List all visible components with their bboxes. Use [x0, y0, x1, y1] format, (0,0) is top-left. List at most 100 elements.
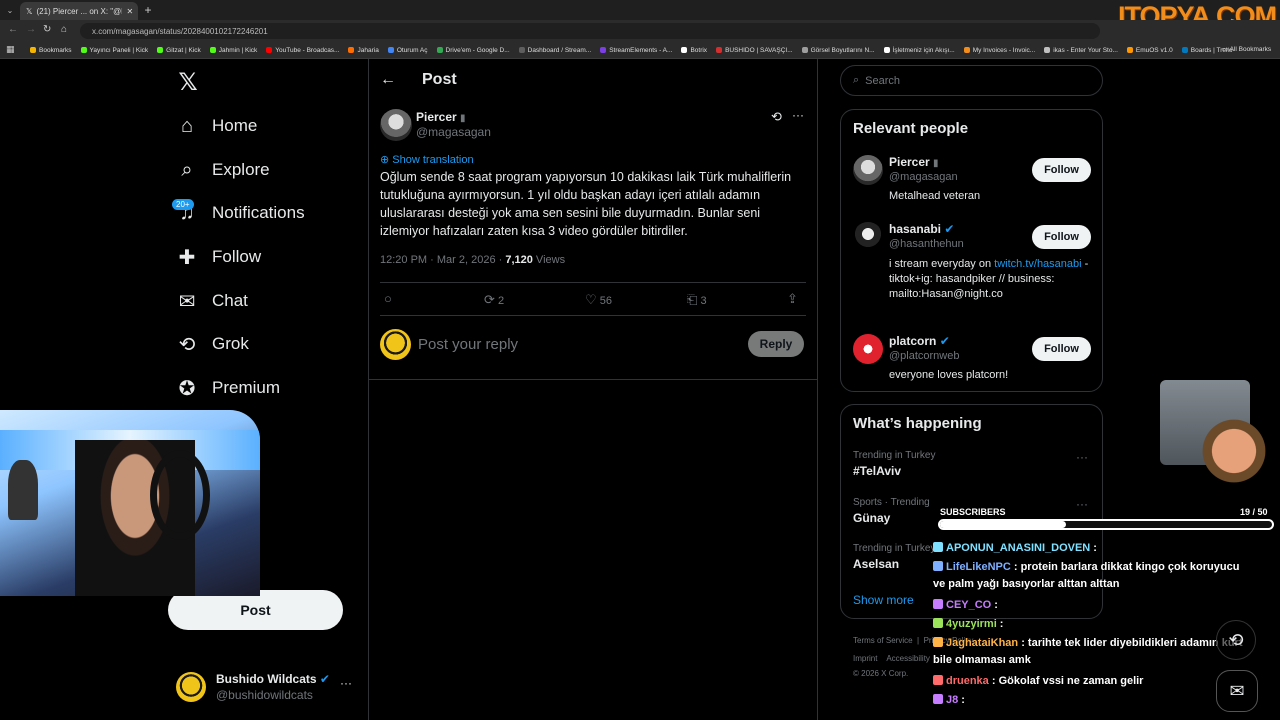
footer-link[interactable]: Imprint	[853, 654, 877, 663]
back-arrow-icon[interactable]: ←	[380, 71, 396, 89]
browser-tab[interactable]: 𝕏 (21) Piercer ... on X: "@hasanabi ... …	[20, 2, 138, 20]
nav-item-notifications[interactable]: ♫ Notifications	[176, 195, 305, 231]
copyright: © 2026 X Corp.	[853, 669, 909, 678]
chat-username[interactable]: druenka	[946, 675, 989, 687]
follow-button[interactable]: Follow	[1032, 158, 1091, 182]
bookmark-item[interactable]: BUSHIDO | SAVAŞÇI...	[716, 47, 793, 54]
all-bookmarks[interactable]: ▭ All Bookmarks	[1222, 45, 1271, 53]
forward-arrow-icon[interactable]: →	[26, 24, 36, 35]
nav-item-home[interactable]: ⌂ Home	[176, 108, 257, 144]
account-switcher[interactable]: Bushido Wildcats ✔ @bushidowildcats ···	[176, 670, 366, 704]
person-name[interactable]: platcorn ✔	[889, 334, 950, 348]
bookmark-item[interactable]: Yayıncı Paneli | Kick	[80, 46, 149, 54]
trend-name[interactable]: Günay	[853, 511, 890, 525]
bookmark-label: Yayıncı Paneli | Kick	[89, 46, 149, 54]
bookmark-label: EmuOS v1.0	[1135, 46, 1173, 54]
reply-button[interactable]: Reply	[748, 331, 804, 357]
tab-list-icon[interactable]: ⌄	[4, 4, 16, 16]
account-more-icon[interactable]: ···	[340, 676, 352, 690]
nav-item-premium[interactable]: ✪ Premium	[176, 370, 280, 406]
nav-item-chat[interactable]: ✉ Chat	[176, 283, 248, 319]
chat-username[interactable]: 4yuzyirmi	[946, 618, 997, 630]
trend-more-icon[interactable]: ···	[1076, 497, 1088, 511]
home-browser-icon[interactable]: ⌂	[61, 24, 67, 35]
bookmark-item[interactable]: My Invoices - Invoic...	[963, 47, 1035, 54]
bookmark-item[interactable]: Bookmarks	[30, 47, 72, 54]
nav-item-explore[interactable]: ⌕ Explore	[176, 152, 269, 188]
post-more-icon[interactable]: ···	[792, 108, 804, 122]
chat-badge-icon	[933, 561, 943, 571]
chat-username[interactable]: LifeLikeNPC	[946, 561, 1011, 573]
bookmark-button[interactable]: ⎗ 3	[687, 292, 707, 308]
follow-button[interactable]: Follow	[1032, 337, 1091, 361]
bookmark-label: Jahmin | Kick	[218, 46, 258, 54]
grok-icon[interactable]: ⟲	[771, 109, 782, 125]
share-icon[interactable]: ⇪	[787, 291, 798, 307]
person-avatar[interactable]	[853, 334, 883, 364]
author-name[interactable]: Piercer ▮	[416, 110, 466, 124]
messages-float-icon[interactable]: ✉	[1216, 670, 1258, 712]
trend-name[interactable]: #TelAviv	[853, 464, 901, 478]
bookmark-item[interactable]: Jahmin | Kick	[209, 46, 258, 54]
close-tab-icon[interactable]: ✕	[126, 7, 133, 16]
bookmark-item[interactable]: Görsel Boyutlarını N...	[801, 47, 875, 54]
bookmark-item[interactable]: İşletmeniz için Akışı...	[883, 46, 955, 54]
show-more-link[interactable]: Show more	[853, 593, 914, 607]
bookmark-favicon-icon	[348, 47, 355, 53]
chat-username[interactable]: APONUN_ANASINI_DOVEN	[946, 542, 1090, 554]
bookmark-item[interactable]: EmuOS v1.0	[1126, 46, 1173, 54]
x-logo-icon[interactable]: 𝕏	[176, 69, 200, 96]
bookmark-item[interactable]: Botrix	[681, 47, 707, 54]
trend-context: Trending in Turkey	[853, 543, 936, 554]
like-button[interactable]: ♡ 56	[585, 292, 612, 308]
bookmark-item[interactable]: Jaharia	[348, 47, 379, 54]
reload-icon[interactable]: ↻	[43, 24, 51, 35]
x-favicon-icon: 𝕏	[26, 6, 33, 16]
bookmark-item[interactable]: Dashboard / Stream...	[518, 47, 591, 54]
nav-item-follow[interactable]: ✚ Follow	[176, 239, 262, 275]
twitch-link[interactable]: twitch.tv/hasanabi	[994, 258, 1081, 270]
bookmark-item[interactable]: StreamElements - A...	[600, 47, 672, 54]
bookmark-favicon-icon	[600, 47, 607, 53]
chat-username[interactable]: J8	[946, 694, 958, 706]
show-translation[interactable]: ⊕ Show translation	[380, 153, 474, 166]
new-tab-button[interactable]: +	[142, 3, 154, 17]
person-handle[interactable]: @hasanthehun	[889, 238, 964, 250]
chat-username[interactable]: JaghataiKhan	[946, 637, 1018, 649]
reply-icon[interactable]: ○	[384, 291, 392, 306]
post-button[interactable]: Post	[168, 590, 343, 630]
apps-grid-icon[interactable]: ▦	[6, 44, 15, 55]
bookmark-label: İşletmeniz için Akışı...	[892, 46, 955, 54]
footer-link[interactable]: Terms of Service	[853, 636, 913, 645]
trend-name[interactable]: Aselsan	[853, 557, 899, 571]
person-avatar[interactable]	[853, 155, 883, 185]
footer-link[interactable]: Accessibility	[886, 654, 930, 663]
author-avatar[interactable]	[380, 109, 412, 141]
reply-input[interactable]: Post your reply	[418, 336, 518, 353]
bookmark-favicon-icon	[883, 47, 890, 53]
bookmark-item[interactable]: ikas - Enter Your Sto...	[1044, 47, 1118, 54]
chat-username[interactable]: CEY_CO	[946, 599, 991, 611]
bookmark-item[interactable]: Oturum Aç	[387, 47, 428, 54]
bookmark-item[interactable]: Drive'em - Google D...	[436, 47, 510, 54]
trend-more-icon[interactable]: ···	[1076, 450, 1088, 464]
chat-badge-icon	[933, 694, 943, 704]
nav-item-grok[interactable]: ⟲ Grok	[176, 326, 249, 362]
person-name[interactable]: Piercer ▮	[889, 155, 939, 169]
account-handle: @bushidowildcats	[216, 688, 313, 702]
person-handle[interactable]: @platcornweb	[889, 350, 959, 362]
url-field[interactable]: x.com/magasagan/status/20284001021722462…	[80, 23, 1100, 39]
grok-float-icon[interactable]: ⟲	[1216, 620, 1256, 660]
bookmark-item[interactable]: Gitzat | Kick	[157, 47, 201, 54]
account-name: Bushido Wildcats ✔	[216, 672, 330, 686]
person-handle[interactable]: @magasagan	[889, 171, 958, 183]
follow-button[interactable]: Follow	[1032, 225, 1091, 249]
retweet-button[interactable]: ⟳ 2	[484, 292, 504, 308]
mail-icon: ✉	[178, 290, 196, 313]
bookmark-item[interactable]: YouTube - Broadcas...	[266, 47, 339, 54]
person-avatar[interactable]	[853, 222, 883, 252]
back-arrow-icon[interactable]: ←	[8, 24, 18, 35]
search-input[interactable]: ⌕ Search	[840, 65, 1103, 96]
author-handle[interactable]: @magasagan	[416, 125, 491, 139]
person-name[interactable]: hasanabi ✔	[889, 222, 954, 236]
